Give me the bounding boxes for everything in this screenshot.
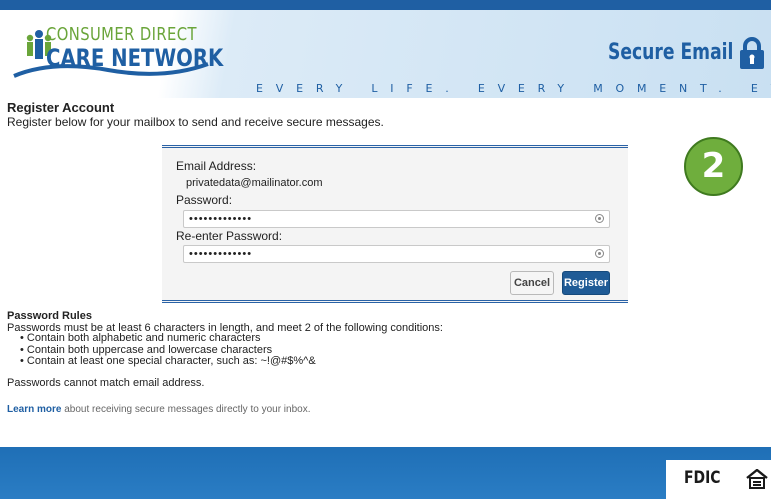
- rule-item: Contain at least one special character, …: [20, 355, 316, 368]
- reenter-password-field[interactable]: •••••••••••••: [183, 245, 610, 263]
- equal-housing-icon: [746, 469, 768, 489]
- header: CONSUMER DIRECT CARE NETWORK EVERY LIFE.…: [0, 10, 771, 98]
- rule-item: Contain both alphabetic and numeric char…: [20, 332, 316, 345]
- learn-more-text: Learn more about receiving secure messag…: [7, 404, 310, 415]
- register-form: Email Address: privatedata@mailinator.co…: [162, 145, 628, 303]
- email-value: privatedata@mailinator.com: [186, 177, 323, 189]
- reenter-password-value: •••••••••••••: [189, 248, 253, 260]
- tagline: EVERY LIFE. EVERY MOMENT. EVERY DAY.: [256, 82, 771, 95]
- logo-line1: CONSUMER DIRECT: [46, 24, 197, 45]
- register-button[interactable]: Register: [562, 271, 610, 295]
- learn-more-link[interactable]: Learn more: [7, 404, 61, 415]
- step-badge: 2: [684, 137, 743, 196]
- password-field[interactable]: •••••••••••••: [183, 210, 610, 228]
- app-title: Secure Email: [608, 40, 734, 65]
- footer: FDIC: [0, 447, 771, 499]
- cancel-button[interactable]: Cancel: [510, 271, 554, 295]
- reveal-password-icon[interactable]: [595, 214, 604, 223]
- email-label: Email Address:: [176, 159, 257, 173]
- page-subtitle: Register below for your mailbox to send …: [7, 115, 384, 129]
- top-bar: [0, 0, 771, 10]
- learn-more-description: about receiving secure messages directly…: [61, 404, 311, 415]
- password-label: Password:: [176, 193, 233, 207]
- rules-title: Password Rules: [7, 310, 92, 322]
- logo-line2: CARE NETWORK: [46, 44, 224, 72]
- reveal-reenter-password-icon[interactable]: [595, 249, 604, 258]
- fdic-label: FDIC: [684, 468, 721, 488]
- lock-icon: [740, 37, 764, 69]
- password-value: •••••••••••••: [189, 213, 253, 225]
- fdic-logo: FDIC: [666, 460, 771, 499]
- reenter-password-label: Re-enter Password:: [176, 229, 283, 243]
- page-title: Register Account: [7, 100, 115, 115]
- rules-footer: Passwords cannot match email address.: [7, 377, 205, 389]
- rules-list: Contain both alphabetic and numeric char…: [20, 332, 316, 368]
